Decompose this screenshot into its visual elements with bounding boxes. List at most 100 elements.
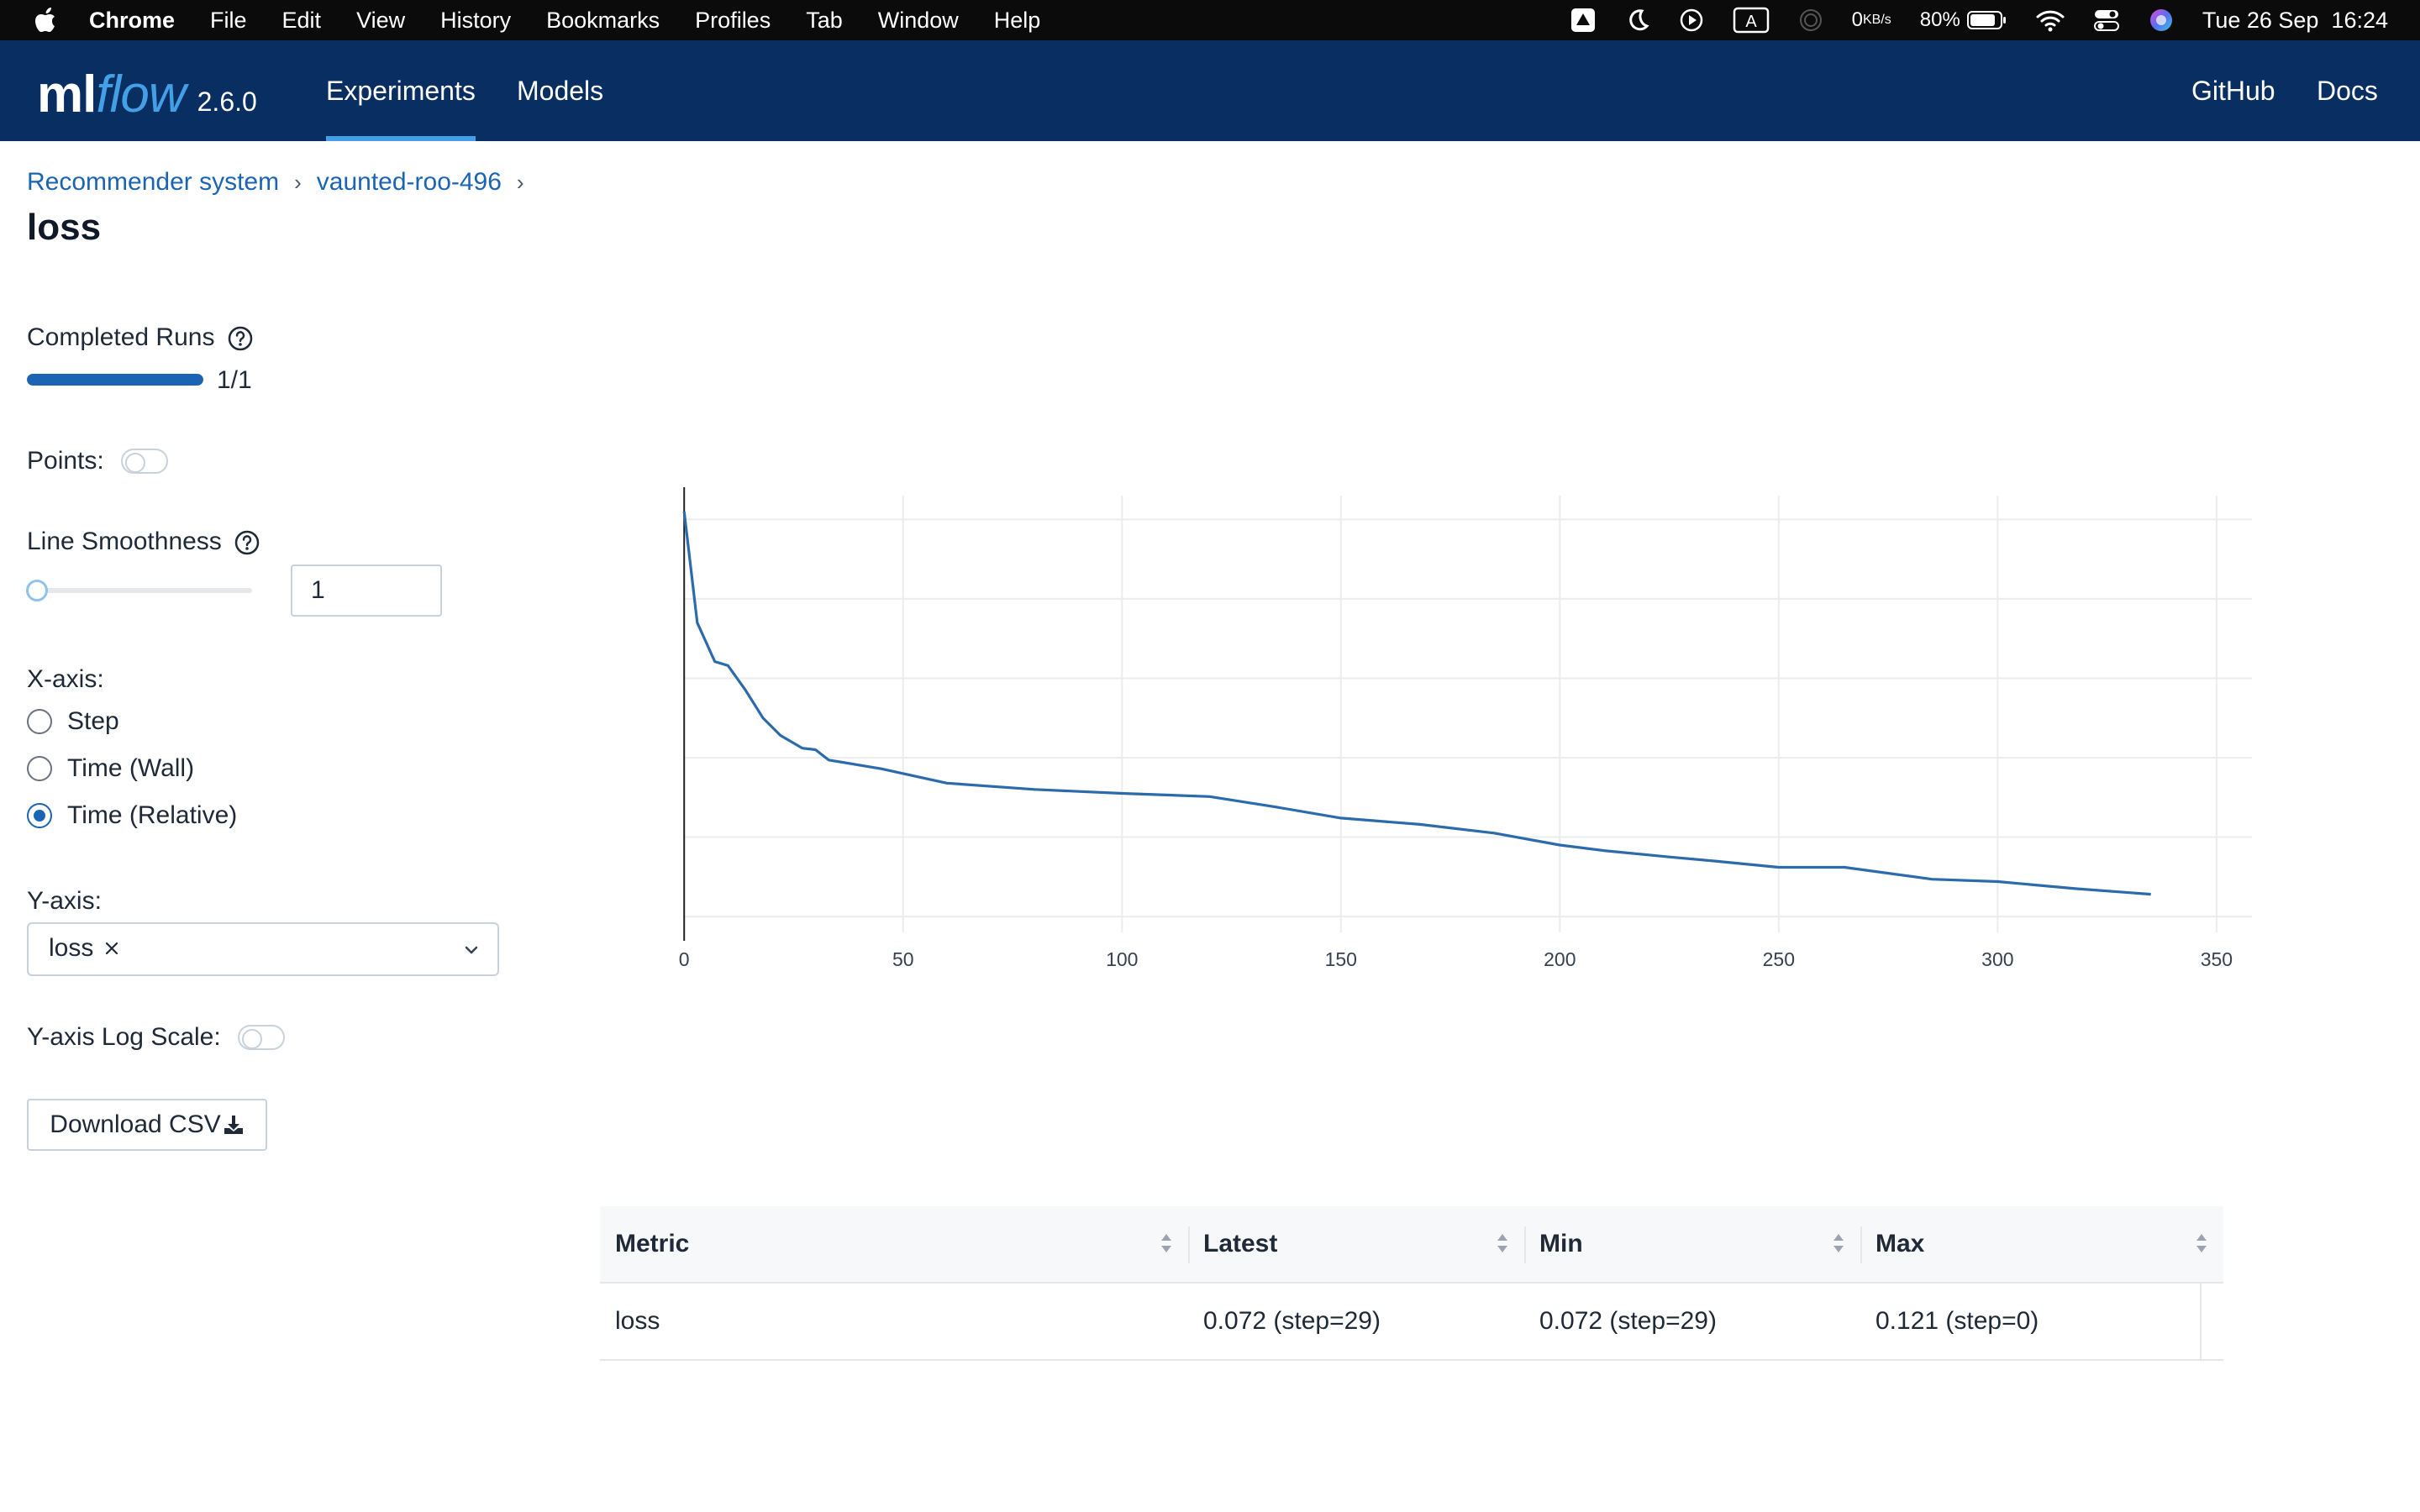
column-header-min[interactable]: Min: [1524, 1206, 1860, 1282]
breadcrumb-separator-icon: ›: [294, 169, 302, 195]
menu-view[interactable]: View: [356, 8, 405, 34]
x-axis-label: X-axis:: [27, 665, 104, 693]
docs-link-label: Docs: [2317, 75, 2378, 106]
smoothness-slider-handle[interactable]: [26, 580, 48, 601]
airdrop-icon[interactable]: [1798, 8, 1823, 33]
points-toggle[interactable]: [120, 449, 168, 474]
menu-tab[interactable]: Tab: [806, 8, 843, 34]
battery-status[interactable]: 80%: [1920, 8, 2007, 32]
app-header: ml flow 2.6.0 Experiments Models GitHub …: [0, 40, 2420, 141]
menu-bookmarks[interactable]: Bookmarks: [546, 8, 660, 34]
log-scale-toggle[interactable]: [237, 1025, 285, 1050]
download-csv-label: Download CSV: [50, 1110, 221, 1138]
column-header-label: Latest: [1203, 1230, 1278, 1257]
completed-runs-label: Completed Runs: [27, 323, 215, 351]
radio-button[interactable]: [27, 709, 52, 734]
logo-ml: ml: [37, 66, 97, 123]
macos-menu-bar: Chrome File Edit View History Bookmarks …: [0, 0, 2420, 40]
breadcrumb-separator-icon: ›: [516, 169, 524, 195]
control-center-icon[interactable]: [2093, 8, 2120, 33]
column-header-latest[interactable]: Latest: [1188, 1206, 1524, 1282]
column-header-metric[interactable]: Metric: [600, 1206, 1188, 1282]
column-header-label: Min: [1539, 1230, 1583, 1257]
moon-icon[interactable]: [1625, 8, 1650, 33]
tab-models-label: Models: [517, 75, 604, 106]
x-axis-option-step[interactable]: Step: [27, 707, 119, 736]
wifi-icon[interactable]: [2036, 8, 2065, 32]
log-scale-row: Y-axis Log Scale:: [27, 1023, 285, 1052]
sort-icon[interactable]: [1160, 1231, 1173, 1262]
download-csv-button[interactable]: Download CSV: [27, 1099, 267, 1151]
tab-models[interactable]: Models: [517, 40, 603, 141]
github-link-label: GitHub: [2191, 75, 2275, 106]
help-icon[interactable]: [234, 529, 260, 556]
network-speed: 0 KB/s: [1852, 8, 1891, 32]
column-header-max[interactable]: Max: [1860, 1206, 2223, 1282]
x-axis-option-label: Time (Relative): [67, 801, 238, 829]
radio-button[interactable]: [27, 756, 52, 781]
clock[interactable]: Tue 26 Sep 16:24: [2202, 8, 2388, 34]
column-header-label: Max: [1876, 1230, 1925, 1257]
menu-history[interactable]: History: [440, 8, 511, 34]
apple-icon[interactable]: [34, 6, 59, 34]
sort-icon[interactable]: [1832, 1231, 1845, 1262]
y-axis-label: Y-axis:: [27, 887, 102, 915]
smoothness-slider-track[interactable]: [37, 588, 252, 593]
menu-bar-status-area: A 0 KB/s 80% Tue 26 Sep 16:24: [1541, 0, 2388, 40]
chart-grid: [684, 496, 2252, 932]
breadcrumb: Recommender system › vaunted-roo-496 ›: [27, 168, 539, 197]
y-axis-tag-label: loss: [49, 934, 94, 962]
x-axis-option-time-wall[interactable]: Time (Wall): [27, 754, 194, 783]
input-source-icon[interactable]: A: [1733, 7, 1770, 34]
help-icon[interactable]: [227, 325, 254, 352]
completed-runs-label-row: Completed Runs: [27, 323, 254, 352]
play-icon[interactable]: [1679, 8, 1704, 33]
x-axis-option-label: Time (Wall): [67, 754, 195, 782]
docs-link[interactable]: Docs: [2317, 40, 2378, 141]
menu-edit[interactable]: Edit: [282, 8, 322, 34]
y-axis-select[interactable]: loss: [27, 922, 499, 976]
progress-fill: [27, 374, 203, 386]
completed-runs-count: 1/1: [217, 366, 252, 394]
chart-x-tick-label: 350: [2201, 948, 2233, 970]
chart-x-tick-label: 0: [679, 948, 690, 970]
battery-icon: [1966, 11, 2006, 29]
loss-line-chart[interactable]: 0.070.080.090.10.110.12 0501001502002503…: [571, 487, 2286, 1008]
chart-x-tick-label: 200: [1544, 948, 1576, 970]
breadcrumb-experiment[interactable]: Recommender system: [27, 168, 279, 197]
menu-profiles[interactable]: Profiles: [695, 8, 771, 34]
menu-window[interactable]: Window: [878, 8, 959, 34]
sort-icon[interactable]: [2195, 1231, 2208, 1262]
line-smoothness-label-row: Line Smoothness: [27, 528, 260, 556]
chevron-down-icon[interactable]: [462, 941, 481, 963]
version-label: 2.6.0: [197, 87, 257, 117]
menu-file[interactable]: File: [210, 8, 247, 34]
x-axis-option-time-relative[interactable]: Time (Relative): [27, 801, 237, 830]
completed-runs-progress-bar: [27, 374, 203, 386]
drive-icon[interactable]: [1570, 7, 1597, 34]
tab-experiments-label: Experiments: [326, 75, 476, 106]
chart-x-tick-label: 150: [1325, 948, 1357, 970]
chart-x-tick-label: 250: [1763, 948, 1795, 970]
line-smoothness-label: Line Smoothness: [27, 528, 222, 555]
metrics-table: Metric Latest Min Max loss 0.072 (step=2…: [600, 1206, 2223, 1361]
table-header: Metric Latest Min Max: [600, 1206, 2223, 1284]
table-cell-metric: loss: [615, 1307, 660, 1335]
siri-icon[interactable]: [2149, 8, 2174, 33]
download-icon: [223, 1114, 245, 1136]
breadcrumb-run[interactable]: vaunted-roo-496: [317, 168, 502, 197]
y-axis-tag: loss: [49, 934, 120, 963]
chart-x-tick-label: 300: [1981, 948, 2013, 970]
github-link[interactable]: GitHub: [2191, 40, 2275, 141]
radio-button-selected[interactable]: [27, 803, 52, 828]
menu-app-name[interactable]: Chrome: [89, 8, 175, 34]
remove-tag-icon[interactable]: [103, 940, 120, 957]
mlflow-logo[interactable]: ml flow 2.6.0: [37, 62, 257, 121]
smoothness-input[interactable]: [291, 564, 442, 617]
log-scale-label: Y-axis Log Scale:: [27, 1023, 221, 1051]
sort-icon[interactable]: [1496, 1231, 1509, 1262]
table-cell-max: 0.121 (step=0): [1876, 1307, 2039, 1335]
tab-experiments[interactable]: Experiments: [326, 40, 476, 141]
logo-flow: flow: [96, 66, 186, 123]
menu-help[interactable]: Help: [994, 8, 1041, 34]
